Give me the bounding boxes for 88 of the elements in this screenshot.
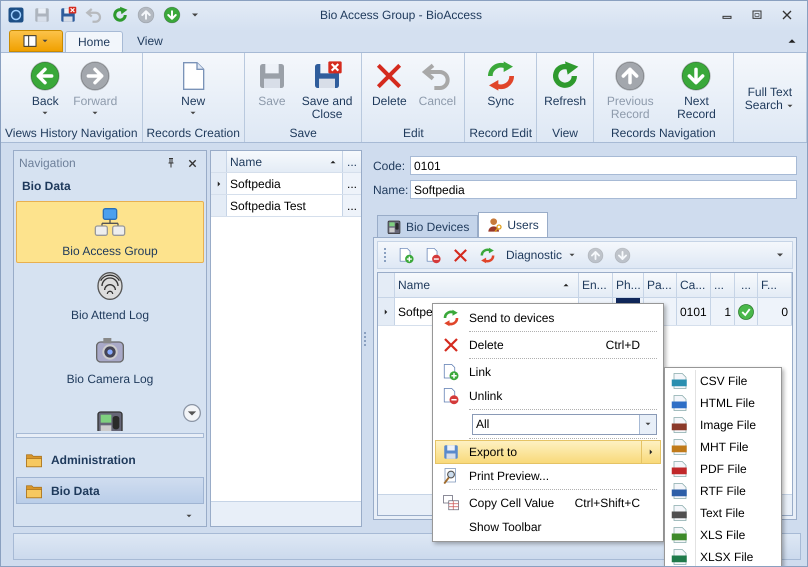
terminal-icon	[386, 218, 402, 235]
close-icon[interactable]	[187, 158, 198, 169]
delete-icon	[442, 336, 460, 354]
menu-item[interactable]: Copy Cell Value Ctrl+Shift+C	[435, 491, 661, 515]
panel-icon	[22, 32, 38, 49]
remove-page-icon	[442, 387, 460, 405]
dropdown-button[interactable]: Diagnostic	[506, 248, 578, 262]
group-label: Records Navigation	[610, 125, 717, 142]
group-label: Records Creation	[146, 125, 240, 142]
row-header-cell[interactable]	[211, 195, 227, 216]
ribbon-tab[interactable]: Home	[65, 30, 124, 52]
hierarchy-icon	[94, 206, 126, 238]
row-header-cell[interactable]	[378, 298, 395, 326]
ribbon-button[interactable]: Save and Close	[296, 58, 358, 126]
navigation-item[interactable]: Bio Access Group	[16, 201, 204, 264]
column-header[interactable]: ...	[735, 273, 758, 298]
menu-item[interactable]: PDF File	[665, 458, 781, 480]
navigation-item[interactable]: Bio Attend Log	[16, 265, 204, 328]
menu-item[interactable]: XLS File	[665, 524, 781, 546]
menu-item[interactable]: Export to	[435, 440, 661, 464]
group-title: Bio Data	[21, 178, 72, 196]
ribbon-button[interactable]: Full Text Search	[738, 58, 802, 142]
remove-page-icon[interactable]	[425, 246, 442, 264]
menu-item[interactable]: CSV File	[665, 370, 781, 392]
column-header[interactable]: Name	[227, 151, 343, 172]
navigation-item[interactable]: Bio Camera Log	[16, 329, 204, 392]
menu-item[interactable]: Image File	[665, 414, 781, 436]
table-cell: 0101	[677, 298, 711, 326]
ribbon-button[interactable]: Back	[22, 58, 68, 126]
text-field[interactable]: Softpedia	[410, 180, 797, 200]
column-header[interactable]: Name	[395, 273, 579, 298]
sync-icon	[442, 309, 460, 327]
delete-icon[interactable]	[452, 246, 469, 264]
app-logo-icon[interactable]	[7, 6, 25, 24]
text-field[interactable]: 0101	[410, 156, 797, 176]
menu-item[interactable]: Delete Ctrl+D	[435, 333, 661, 357]
add-page-icon	[442, 363, 460, 381]
tab[interactable]: Bio Devices	[377, 215, 478, 238]
ribbon-button[interactable]: Next Record	[664, 58, 729, 126]
column-header[interactable]: ...	[343, 151, 361, 172]
tab[interactable]: Users	[478, 212, 548, 238]
field-label: Name:	[373, 182, 407, 197]
ribbon-button[interactable]: Sync	[478, 58, 524, 126]
navigation-section[interactable]: Bio Data	[16, 477, 204, 504]
table-icon	[442, 494, 460, 512]
group-label: Views History Navigation	[5, 125, 138, 142]
refresh-icon[interactable]	[111, 6, 129, 24]
dropdown-field[interactable]: All	[472, 414, 657, 434]
menu-item[interactable]: HTML File	[665, 392, 781, 414]
navigation-section[interactable]: Administration	[16, 446, 204, 474]
menu-item[interactable]: Text File	[665, 502, 781, 524]
column-header[interactable]: Ph...	[613, 273, 644, 298]
sync-icon[interactable]	[479, 246, 496, 264]
ribbon-tab[interactable]: View	[125, 30, 175, 52]
window-title: Bio Access Group - BioAccess	[318, 8, 484, 22]
column-header[interactable]: F...	[758, 273, 792, 298]
column-header[interactable]: ...	[711, 273, 735, 298]
panel-title: Navigation	[19, 156, 77, 170]
ribbon-button[interactable]: Delete	[366, 58, 412, 126]
save-close-icon[interactable]	[59, 6, 77, 24]
column-header[interactable]: Pa...	[644, 273, 677, 298]
group-label: Record Edit	[469, 125, 532, 142]
scroll-down-icon[interactable]	[182, 403, 202, 424]
menu-item[interactable]: Show Toolbar	[435, 515, 661, 539]
menu-item[interactable]: Link	[435, 360, 661, 384]
table-cell: 0	[758, 298, 792, 326]
row-header-cell[interactable]	[211, 173, 227, 194]
table-cell[interactable]: ...	[343, 195, 361, 216]
ribbon-button[interactable]: New	[170, 58, 216, 126]
menu-item[interactable]: Print Preview...	[435, 464, 661, 488]
check-icon	[737, 302, 755, 321]
table-cell[interactable]: ...	[343, 173, 361, 194]
menu-item[interactable]: RTF File	[665, 480, 781, 502]
menu-item[interactable]: Unlink	[435, 384, 661, 408]
row-header-cell	[211, 151, 227, 172]
menu-item[interactable]: XLSX File	[665, 546, 781, 566]
table-cell: 1	[711, 298, 735, 326]
group-label: View	[551, 125, 579, 142]
column-header[interactable]: Ca...	[677, 273, 711, 298]
column-header[interactable]: En...	[579, 273, 613, 298]
ribbon-button[interactable]: Refresh	[541, 58, 590, 126]
group-label: Edit	[402, 125, 425, 142]
group-label: Save	[288, 125, 318, 142]
menu-item[interactable]: MHT File	[665, 436, 781, 458]
application-menu-button[interactable]	[9, 30, 63, 52]
field-label: Code:	[373, 158, 406, 173]
user-icon	[487, 217, 504, 234]
add-page-icon[interactable]	[398, 246, 415, 264]
